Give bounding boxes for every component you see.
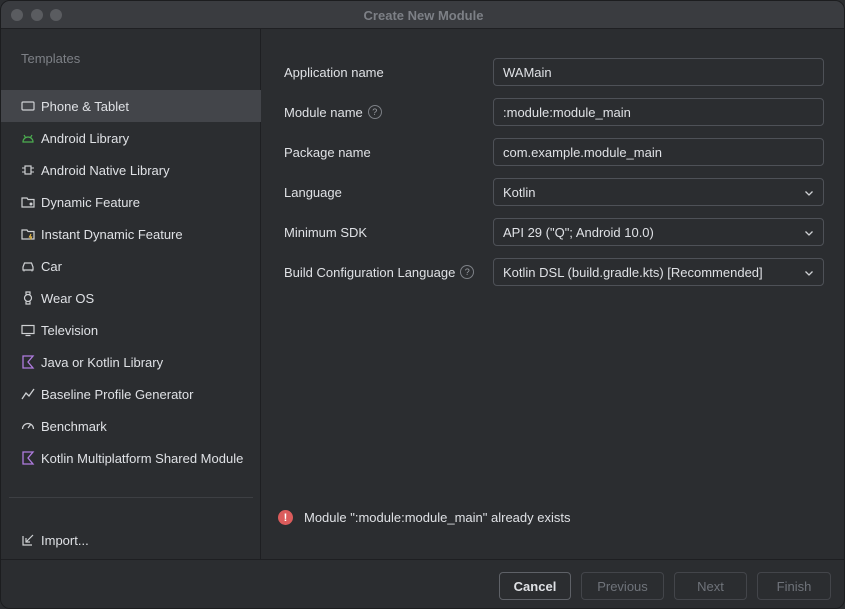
language-label: Language [284, 184, 342, 200]
package-name-value: com.example.module_main [503, 144, 662, 160]
application-name-field[interactable]: WAMain [493, 58, 824, 86]
import-icon [21, 533, 35, 547]
native-library-icon [21, 163, 35, 177]
template-android-native-library[interactable]: Android Native Library [1, 154, 261, 186]
minimum-sdk-value: API 29 ("Q"; Android 10.0) [503, 224, 654, 240]
template-label: Dynamic Feature [41, 194, 140, 210]
build-config-language-value: Kotlin DSL (build.gradle.kts) [Recommend… [503, 264, 763, 280]
sidebar-divider [9, 497, 253, 498]
benchmark-icon [21, 419, 35, 433]
kotlin-icon [21, 355, 35, 369]
template-label: Java or Kotlin Library [41, 354, 164, 370]
build-config-language-label-wrap: Build Configuration Language ? [284, 265, 493, 280]
chevron-down-icon [805, 191, 813, 196]
import-button[interactable]: Import... [1, 524, 261, 556]
minimum-sdk-row: Minimum SDK API 29 ("Q"; Android 10.0) [284, 218, 824, 246]
template-car[interactable]: Car [1, 250, 261, 282]
next-button[interactable]: Next [674, 572, 747, 600]
module-name-label: Module name [284, 104, 363, 120]
window-title: Create New Module [363, 8, 484, 23]
package-name-field[interactable]: com.example.module_main [493, 138, 824, 166]
build-config-language-help-icon[interactable]: ? [460, 265, 475, 279]
title-bar: Create New Module [1, 1, 844, 29]
phone-tablet-icon [21, 99, 35, 113]
car-icon [21, 259, 35, 273]
create-new-module-dialog: Create New Module Templates Phone & Tabl… [0, 0, 845, 609]
tv-icon [21, 323, 35, 337]
android-icon [21, 131, 35, 145]
previous-button[interactable]: Previous [581, 572, 664, 600]
templates-sidebar: Templates Phone & Tablet Android Library… [1, 29, 261, 559]
templates-heading: Templates [21, 51, 81, 66]
application-name-label: Application name [284, 64, 384, 80]
application-name-value: WAMain [503, 64, 552, 80]
build-config-language-row: Build Configuration Language ? Kotlin DS… [284, 258, 824, 286]
finish-button[interactable]: Finish [757, 572, 831, 600]
template-label: Car [41, 258, 62, 274]
module-name-label-wrap: Module name ? [284, 105, 493, 120]
chevron-down-icon [805, 271, 813, 276]
template-label: Instant Dynamic Feature [41, 226, 183, 242]
template-java-kotlin-library[interactable]: Java or Kotlin Library [1, 346, 261, 378]
module-name-help-icon[interactable]: ? [367, 105, 382, 119]
error-message: Module ":module:module_main" already exi… [304, 510, 571, 525]
package-name-row: Package name com.example.module_main [284, 138, 824, 166]
template-benchmark[interactable]: Benchmark [1, 410, 261, 442]
cancel-button[interactable]: Cancel [499, 572, 571, 600]
dialog-footer: Cancel Previous Next Finish [1, 559, 844, 608]
template-label: Benchmark [41, 418, 107, 434]
module-name-value: :module:module_main [503, 104, 631, 120]
chevron-down-icon [805, 231, 813, 236]
package-name-label: Package name [284, 144, 371, 160]
template-television[interactable]: Television [1, 314, 261, 346]
template-label: Kotlin Multiplatform Shared Module [41, 450, 244, 466]
template-kotlin-multiplatform-shared-module[interactable]: Kotlin Multiplatform Shared Module [1, 442, 261, 474]
template-label: Android Native Library [41, 162, 170, 178]
template-label: Wear OS [41, 290, 95, 306]
import-label: Import... [41, 532, 89, 548]
validation-error: ! Module ":module:module_main" already e… [278, 510, 570, 525]
template-label: Phone & Tablet [41, 98, 129, 114]
template-phone-tablet[interactable]: Phone & Tablet [1, 90, 261, 122]
template-label: Baseline Profile Generator [41, 386, 194, 402]
template-baseline-profile-generator[interactable]: Baseline Profile Generator [1, 378, 261, 410]
instant-dynamic-feature-icon [21, 227, 35, 241]
module-form-panel: Application name WAMain Module name ? :m… [262, 29, 844, 559]
build-config-language-label: Build Configuration Language [284, 264, 456, 280]
minimum-sdk-select[interactable]: API 29 ("Q"; Android 10.0) [493, 218, 824, 246]
module-name-row: Module name ? :module:module_main [284, 98, 824, 126]
module-name-field[interactable]: :module:module_main [493, 98, 824, 126]
template-dynamic-feature[interactable]: Dynamic Feature [1, 186, 261, 218]
error-icon: ! [278, 510, 293, 525]
language-row: Language Kotlin [284, 178, 824, 206]
baseline-profile-icon [21, 387, 35, 401]
template-label: Android Library [41, 130, 130, 146]
template-label: Television [41, 322, 99, 338]
language-select[interactable]: Kotlin [493, 178, 824, 206]
template-wear-os[interactable]: Wear OS [1, 282, 261, 314]
kotlin-multiplatform-icon [21, 451, 35, 465]
build-config-language-select[interactable]: Kotlin DSL (build.gradle.kts) [Recommend… [493, 258, 824, 286]
dynamic-feature-icon [21, 195, 35, 209]
template-android-library[interactable]: Android Library [1, 122, 261, 154]
minimum-sdk-label: Minimum SDK [284, 224, 368, 240]
template-instant-dynamic-feature[interactable]: Instant Dynamic Feature [1, 218, 261, 250]
application-name-row: Application name WAMain [284, 58, 824, 86]
language-value: Kotlin [503, 184, 536, 200]
watch-icon [21, 291, 35, 305]
